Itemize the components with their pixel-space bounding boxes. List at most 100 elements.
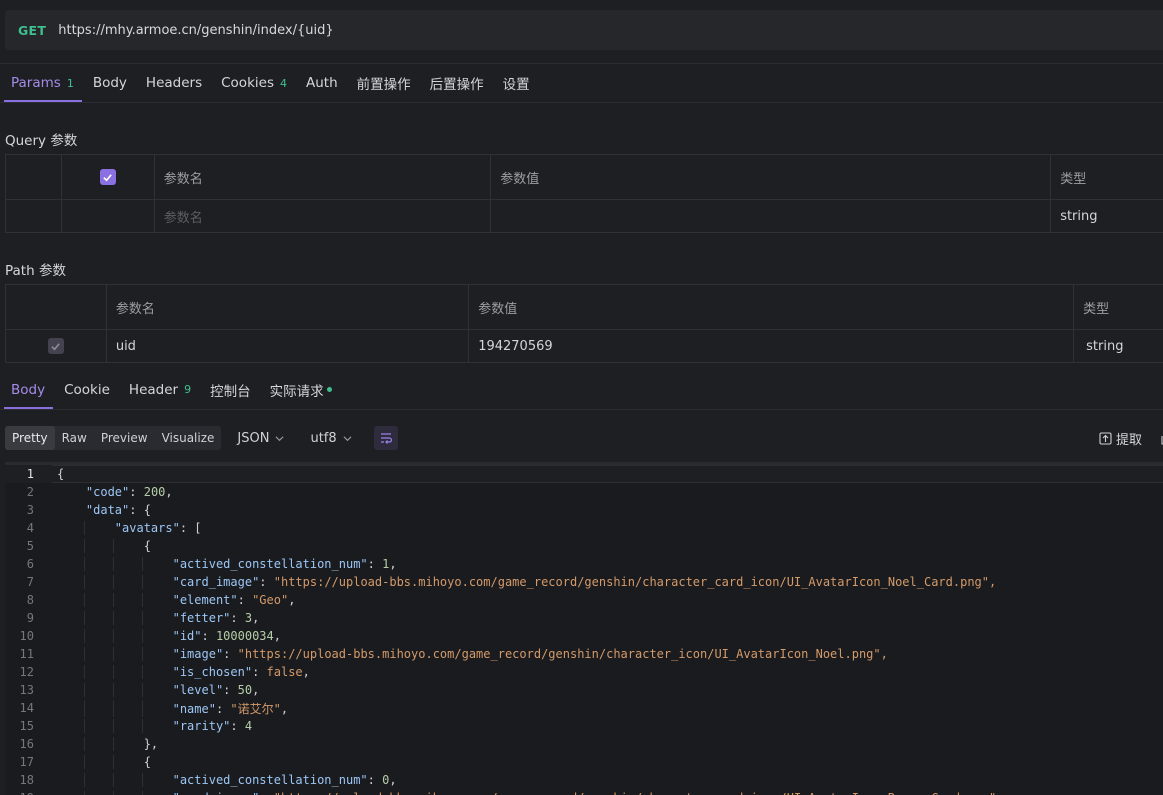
line-number: 5 (26, 539, 34, 553)
wrap-lines-icon (380, 433, 392, 444)
check-icon (103, 173, 113, 181)
code-text: "card_image": "https://upload-bbs.mihoyo… (41, 791, 1003, 795)
indent-guide (141, 629, 143, 643)
tab-label: 控制台 (210, 383, 251, 400)
view-raw-button[interactable]: Raw (55, 426, 94, 450)
format-value: JSON (237, 430, 270, 446)
param-type-select[interactable]: string (1074, 330, 1163, 362)
tab-body[interactable]: Body (82, 64, 135, 102)
indent-guide (112, 683, 114, 697)
tab-label: Body (92, 75, 127, 91)
params-count: 1 (66, 76, 74, 90)
indent-guide (141, 557, 143, 571)
indent-guide (141, 683, 143, 697)
line-number: 19 (5, 791, 41, 795)
code-text: "rarity": 4 (41, 719, 252, 733)
response-tabs: Body Cookie Header 9 控制台 实际请求 (0, 370, 1163, 410)
view-preview-button[interactable]: Preview (94, 426, 155, 450)
param-name-input[interactable]: 参数名 (155, 200, 492, 232)
tab-response-header[interactable]: Header 9 (118, 370, 199, 409)
indent-guide (83, 593, 85, 607)
code-text: "name": "诺艾尔", (41, 699, 288, 717)
format-dropdown[interactable]: JSON (237, 431, 284, 446)
request-url[interactable]: https://mhy.armoe.cn/genshin/index/{uid} (58, 23, 333, 38)
param-name-field[interactable]: uid (107, 330, 470, 362)
code-line: 6 "actived_constellation_num": 1, (5, 555, 1163, 573)
tab-label: 设置 (502, 77, 530, 93)
code-text: { (57, 539, 151, 553)
param-name-header: 参数名 (155, 155, 492, 199)
code-text: "is_chosen": false, (41, 665, 310, 679)
code-line: 1{ (5, 465, 1163, 483)
tab-auth[interactable]: Auth (295, 64, 346, 102)
line-number: 4 (26, 521, 34, 535)
view-visualize-button[interactable]: Visualize (155, 426, 222, 450)
tab-label: 前置操作 (356, 77, 411, 93)
select-all-cell (62, 155, 155, 199)
query-params-table: 参数名 参数值 类型 参数名 string (5, 154, 1163, 233)
param-value-input[interactable] (491, 200, 1052, 232)
code-line: 11 "image": "https://upload-bbs.mihoyo.c… (5, 645, 1163, 663)
line-number: 7 (26, 575, 34, 589)
indent-guide (83, 737, 85, 751)
code-line: 17 { (5, 753, 1163, 771)
encoding-value: utf8 (310, 430, 337, 446)
row-enabled-checkbox[interactable] (47, 338, 64, 354)
chevron-down-icon (343, 435, 352, 441)
code-text: "actived_constellation_num": 1, (41, 557, 397, 571)
indent-guide (83, 791, 85, 795)
tab-params[interactable]: Params 1 (0, 64, 82, 102)
select-all-checkbox[interactable] (99, 169, 116, 185)
check-icon (51, 342, 61, 350)
url-bar[interactable]: GET https://mhy.armoe.cn/genshin/index/{… (5, 10, 1163, 50)
param-value-field[interactable]: 194270569 (469, 330, 1075, 362)
indent-guide (83, 773, 85, 787)
tab-cookies[interactable]: Cookies 4 (210, 64, 295, 102)
code-text: "code": 200, (85, 485, 173, 499)
line-number: 11 (19, 647, 34, 661)
tab-pre-processors[interactable]: 前置操作 (346, 64, 419, 102)
tab-console[interactable]: 控制台 (199, 370, 259, 409)
tab-post-processors[interactable]: 后置操作 (419, 64, 492, 102)
code-text: "image": "https://upload-bbs.mihoyo.com/… (41, 647, 888, 661)
indent-guide (141, 719, 143, 733)
code-text: { (57, 467, 65, 481)
code-line: 12 "is_chosen": false, (5, 663, 1163, 681)
param-value-header: 参数值 (491, 155, 1052, 199)
code-line: 8 "element": "Geo", (5, 591, 1163, 609)
code-text: "data": { (85, 503, 151, 517)
status-dot-icon (326, 387, 332, 392)
tab-response-cookie[interactable]: Cookie (53, 370, 118, 409)
indent-guide (112, 791, 114, 795)
line-number: 12 (19, 665, 34, 679)
param-type-select[interactable]: string (1051, 200, 1163, 232)
cookies-count: 4 (279, 76, 287, 90)
tab-label: 后置操作 (429, 77, 484, 93)
line-number: 2 (26, 485, 34, 499)
word-wrap-button[interactable] (373, 426, 398, 450)
table-row: uid 194270569 string (6, 330, 1163, 362)
response-body-editor[interactable]: 1{2 "code": 200, 3 "data": {4 "avatars": … (5, 462, 1163, 795)
table-row: 参数名 string (6, 200, 1163, 232)
tab-label: Params (11, 75, 61, 91)
tab-headers[interactable]: Headers (135, 64, 210, 102)
indent-guide (83, 539, 85, 553)
code-text: "card_image": "https://upload-bbs.mihoyo… (41, 575, 996, 589)
encoding-dropdown[interactable]: utf8 (310, 430, 352, 446)
indent-guide (112, 755, 114, 769)
indent-guide (83, 575, 85, 589)
request-tabs: Params 1 Body Headers Cookies 4 Auth 前置操作 … (0, 63, 1163, 103)
param-type-header: 类型 (1083, 301, 1110, 317)
tab-actual-request[interactable]: 实际请求 (259, 370, 340, 409)
extract-label: 提取 (1115, 432, 1142, 448)
tab-label: Auth (305, 75, 338, 91)
indent-guide (112, 611, 114, 625)
extract-button[interactable]: 提取 (1099, 429, 1142, 448)
param-value-header: 参数值 (469, 285, 1075, 329)
code-text: "level": 50, (41, 683, 259, 697)
indent-guide (83, 683, 85, 697)
view-pretty-button[interactable]: Pretty (5, 426, 55, 450)
tab-settings[interactable]: 设置 (492, 64, 538, 102)
tab-response-body[interactable]: Body (0, 370, 54, 409)
http-method[interactable]: GET (18, 23, 46, 38)
